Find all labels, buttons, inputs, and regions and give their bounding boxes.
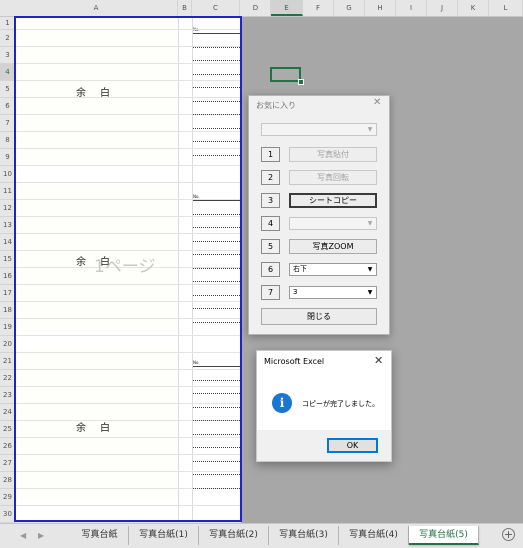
column-header-k[interactable]: K <box>458 0 489 16</box>
photo-zoom-button[interactable]: 写真ZOOM <box>289 239 377 254</box>
ok-button[interactable]: OK <box>327 438 378 453</box>
favorites-close-icon[interactable]: ✕ <box>373 97 381 108</box>
column-header-g[interactable]: G <box>334 0 365 16</box>
favorites-dialog: お気に入り ✕ ▼ 1 写真貼付 2 写真回転 3 シートコピー 4 ▼ 5 写… <box>248 95 390 335</box>
fav-num-button-4[interactable]: 4 <box>261 216 280 231</box>
row-header-24[interactable]: 24 <box>0 404 15 421</box>
fav-num-button-7[interactable]: 7 <box>261 285 280 300</box>
message-dialog-title: Microsoft Excel <box>264 357 325 366</box>
fill-handle[interactable] <box>298 79 304 85</box>
row-header-21[interactable]: 21 <box>0 353 15 370</box>
row-header-20[interactable]: 20 <box>0 336 15 353</box>
chevron-down-icon[interactable]: ▼ <box>365 288 375 297</box>
row-header-3[interactable]: 3 <box>0 47 15 64</box>
sheet-tab-bar: ◀ ▶ 写真台紙 写真台紙(1) 写真台紙(2) 写真台紙(3) 写真台紙(4) 写真台紙… <box>0 523 523 548</box>
chevron-down-icon[interactable]: ▼ <box>365 125 375 134</box>
row-header-12[interactable]: 12 <box>0 200 15 217</box>
column-header-j[interactable]: J <box>427 0 458 16</box>
selected-cell-e4[interactable] <box>270 67 301 82</box>
option-4-combo[interactable]: ▼ <box>289 217 377 230</box>
favorites-dialog-title: お気に入り <box>256 101 296 110</box>
row-header-1[interactable]: 1 <box>0 17 15 30</box>
row-header-11[interactable]: 11 <box>0 183 15 200</box>
row-header-29[interactable]: 29 <box>0 489 15 506</box>
column-header-a[interactable]: A <box>15 0 178 16</box>
fav-num-button-5[interactable]: 5 <box>261 239 280 254</box>
column-header-bar: ABCDEFGHIJKL <box>0 0 523 17</box>
row-header-18[interactable]: 18 <box>0 302 15 319</box>
count-combo-value: 3 <box>293 288 298 296</box>
row-header-26[interactable]: 26 <box>0 438 15 455</box>
column-header-b[interactable]: B <box>178 0 192 16</box>
message-dialog: Microsoft Excel ✕ i コピーが完了しました。 OK <box>256 350 392 462</box>
column-header-d[interactable]: D <box>241 0 271 16</box>
row-header-7[interactable]: 7 <box>0 115 15 132</box>
row-header-9[interactable]: 9 <box>0 149 15 166</box>
row-header-5[interactable]: 5 <box>0 81 15 98</box>
row-header-15[interactable]: 15 <box>0 251 15 268</box>
paste-photo-button[interactable]: 写真貼付 <box>289 147 377 162</box>
row-header-13[interactable]: 13 <box>0 217 15 234</box>
sheet-tab-0[interactable]: 写真台紙 <box>71 526 129 545</box>
add-sheet-icon[interactable]: + <box>502 528 515 541</box>
row-header-19[interactable]: 19 <box>0 319 15 336</box>
chevron-down-icon[interactable]: ▼ <box>365 265 375 274</box>
count-combo[interactable]: 3 ▼ <box>289 286 377 299</box>
fav-num-button-6[interactable]: 6 <box>261 262 280 277</box>
column-header-c[interactable]: C <box>192 0 240 16</box>
row-header-22[interactable]: 22 <box>0 370 15 387</box>
row-header-4[interactable]: 4 <box>0 64 15 81</box>
chevron-down-icon[interactable]: ▼ <box>365 219 375 228</box>
row-header-8[interactable]: 8 <box>0 132 15 149</box>
close-button[interactable]: 閉じる <box>261 308 377 325</box>
row-header-6[interactable]: 6 <box>0 98 15 115</box>
sheet-tab-2[interactable]: 写真台紙(2) <box>199 526 269 545</box>
row-header-28[interactable]: 28 <box>0 472 15 489</box>
fav-num-button-2[interactable]: 2 <box>261 170 280 185</box>
position-combo[interactable]: 右下 ▼ <box>289 263 377 276</box>
sheet-tab-3[interactable]: 写真台紙(3) <box>269 526 339 545</box>
copy-sheet-button[interactable]: シートコピー <box>289 193 377 208</box>
column-header-i[interactable]: I <box>396 0 427 16</box>
row-header-16[interactable]: 16 <box>0 268 15 285</box>
favorites-top-combo[interactable]: ▼ <box>261 123 377 136</box>
page-break-border <box>14 16 242 522</box>
column-header-e[interactable]: E <box>271 0 303 16</box>
row-header-23[interactable]: 23 <box>0 387 15 404</box>
rotate-photo-button[interactable]: 写真回転 <box>289 170 377 185</box>
row-header-2[interactable]: 2 <box>0 30 15 47</box>
tab-prev-icon[interactable]: ◀ <box>20 531 26 540</box>
row-header-17[interactable]: 17 <box>0 285 15 302</box>
column-header-l[interactable]: L <box>489 0 523 16</box>
row-header-27[interactable]: 27 <box>0 455 15 472</box>
message-close-icon[interactable]: ✕ <box>374 354 383 367</box>
position-combo-value: 右下 <box>293 265 307 273</box>
fav-num-button-1[interactable]: 1 <box>261 147 280 162</box>
tab-next-icon[interactable]: ▶ <box>38 531 44 540</box>
sheet-tab-5[interactable]: 写真台紙(5) <box>409 526 479 545</box>
sheet-tab-1[interactable]: 写真台紙(1) <box>129 526 199 545</box>
info-icon: i <box>272 393 292 413</box>
message-text: コピーが完了しました。 <box>302 400 379 408</box>
fav-num-button-3[interactable]: 3 <box>261 193 280 208</box>
column-header-f[interactable]: F <box>303 0 334 16</box>
column-header-h[interactable]: H <box>365 0 396 16</box>
row-header-25[interactable]: 25 <box>0 421 15 438</box>
row-header-10[interactable]: 10 <box>0 166 15 183</box>
row-header-30[interactable]: 30 <box>0 506 15 523</box>
sheet-tab-4[interactable]: 写真台紙(4) <box>339 526 409 545</box>
row-header-14[interactable]: 14 <box>0 234 15 251</box>
